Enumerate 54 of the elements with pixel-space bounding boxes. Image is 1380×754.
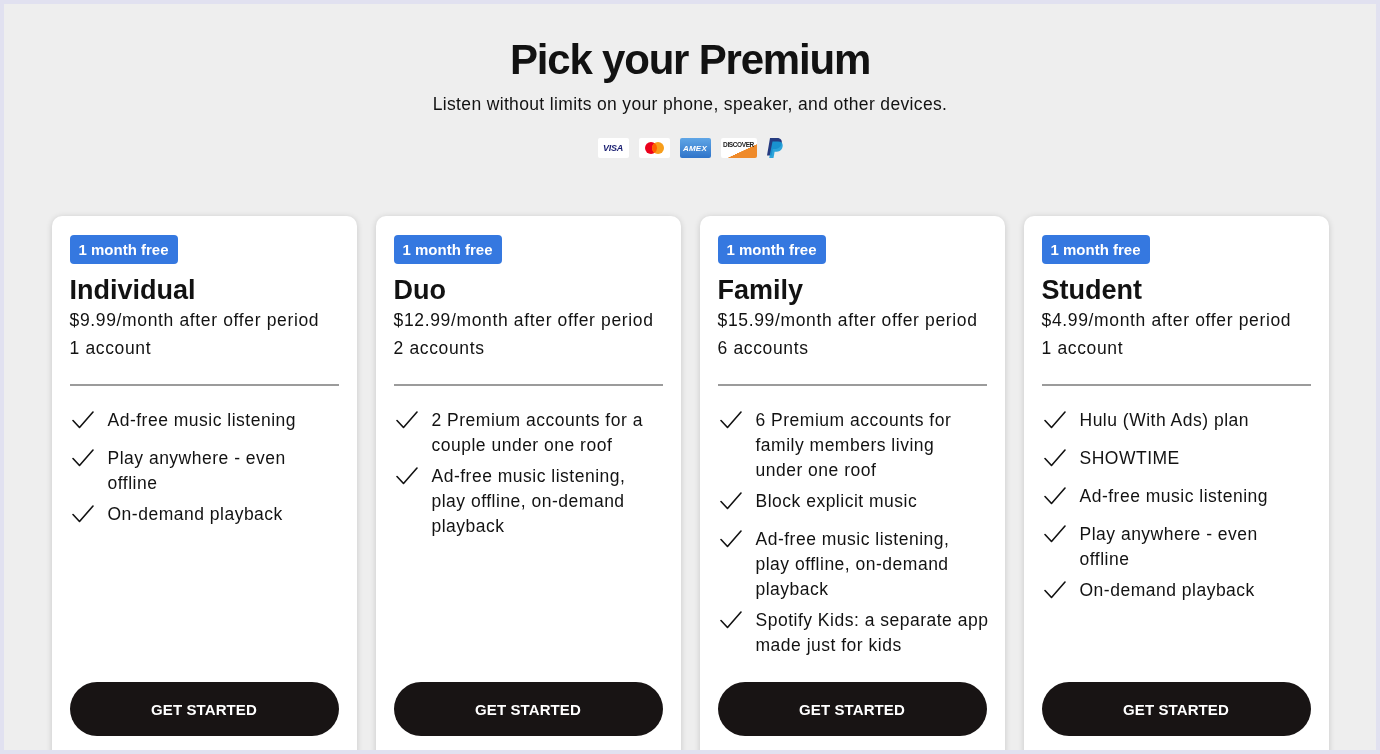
feature-text: Ad-free music listening [107, 409, 298, 432]
start-button[interactable]: GET STARTED [393, 682, 663, 736]
check-icon [719, 411, 742, 429]
plan-accounts: 2 accounts [393, 337, 485, 360]
check-icon [1043, 525, 1066, 543]
offer-badge: 1 month free [1041, 235, 1150, 264]
feature-text: SHOWTIME [1079, 447, 1181, 470]
plan-price: $12.99/month after offer period [393, 309, 654, 332]
check-icon [1043, 411, 1066, 429]
offer-badge: 1 month free [69, 235, 178, 264]
check-icon [1043, 581, 1066, 599]
offer-badge: 1 month free [393, 235, 502, 264]
check-icon [1043, 449, 1066, 467]
plan-accounts: 6 accounts [717, 337, 809, 360]
feature-text: Block explicit music [755, 490, 919, 513]
start-button[interactable]: GET STARTED [717, 682, 987, 736]
card-brand-logo: VISA [597, 138, 629, 158]
feature-text: Ad-free music listening [1079, 485, 1270, 508]
plan-accounts: 1 account [1041, 337, 1124, 360]
check-icon [719, 492, 742, 510]
overlapping-circles-icon [638, 138, 670, 158]
start-button[interactable]: GET STARTED [1041, 682, 1311, 736]
feature-text: 6 Premium accounts for family members living under one roof [755, 409, 953, 482]
payment-logo-icon [766, 138, 783, 158]
check-icon [719, 530, 742, 548]
feature-text: Play anywhere - even offline [107, 447, 287, 495]
check-icon [719, 611, 742, 629]
feature-text: Play anywhere - even offline [1079, 523, 1259, 571]
check-icon [395, 411, 418, 429]
page-title: Pick your Premium [509, 35, 871, 85]
plan-name: Family [717, 274, 804, 306]
check-icon [71, 449, 94, 467]
card-brand-logo: AMEX [679, 138, 711, 158]
plan-price: $4.99/month after offer period [1041, 309, 1292, 332]
check-icon [71, 411, 94, 429]
page-subtitle: Listen without limits on your phone, speaker, and other devices. [432, 93, 948, 116]
plan-name: Duo [393, 274, 446, 306]
feature-text: Spotify Kids: a separate app made just for kids [755, 609, 990, 657]
feature-text: Hulu (With Ads) plan [1079, 409, 1250, 432]
check-icon [71, 505, 94, 523]
feature-text: Ad-free music listening, play offline, on-demand playback [431, 465, 627, 538]
feature-text: On-demand playback [1079, 579, 1256, 602]
plan-name: Individual [69, 274, 196, 306]
plan-price: $9.99/month after offer period [69, 309, 320, 332]
check-icon [395, 467, 418, 485]
check-icon [1043, 487, 1066, 505]
plan-price: $15.99/month after offer period [717, 309, 978, 332]
start-button[interactable]: GET STARTED [69, 682, 339, 736]
offer-badge: 1 month free [717, 235, 826, 264]
feature-text: On-demand playback [107, 503, 284, 526]
plan-accounts: 1 account [69, 337, 152, 360]
plan-name: Student [1041, 274, 1142, 306]
feature-text: 2 Premium accounts for a couple under one roof [431, 409, 644, 457]
feature-text: Ad-free music listening, play offline, on-demand playback [755, 528, 951, 601]
